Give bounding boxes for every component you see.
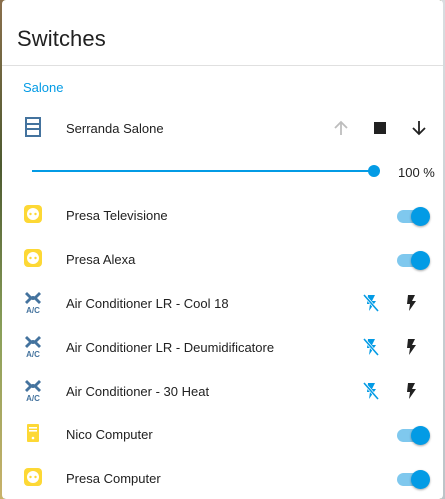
entity-row-presa-computer[interactable]: Presa Computer <box>2 458 443 498</box>
slider-knob[interactable] <box>368 165 380 177</box>
flash-off-icon[interactable] <box>360 292 382 314</box>
header-divider <box>2 65 443 66</box>
stop-icon[interactable] <box>369 117 391 139</box>
flash-off-icon[interactable] <box>360 336 382 358</box>
cover-position-value: 100 % <box>398 165 435 180</box>
cover-position-slider[interactable] <box>32 164 382 178</box>
power-socket-icon[interactable] <box>22 247 44 269</box>
flash-icon[interactable] <box>400 292 422 314</box>
svg-text:A/C: A/C <box>26 306 40 314</box>
entity-row-ac-heat[interactable]: A/C Air Conditioner - 30 Heat <box>2 371 443 411</box>
svg-text:A/C: A/C <box>26 350 40 358</box>
entity-row-ac-deumidificatore[interactable]: A/C Air Conditioner LR - Deumidificatore <box>2 327 443 367</box>
entity-label: Air Conditioner - 30 Heat <box>66 384 210 399</box>
flash-off-icon[interactable] <box>360 380 382 402</box>
entity-label: Air Conditioner LR - Deumidificatore <box>66 340 275 355</box>
entity-row-presa-alexa[interactable]: Presa Alexa <box>2 239 443 279</box>
flash-icon[interactable] <box>400 336 422 358</box>
flash-icon[interactable] <box>400 380 422 402</box>
entity-label: Nico Computer <box>66 427 153 442</box>
entity-label: Presa Computer <box>66 471 161 486</box>
entity-toggle[interactable] <box>397 424 431 446</box>
entity-toggle[interactable] <box>397 249 431 271</box>
power-socket-icon[interactable] <box>22 466 44 488</box>
entity-toggle[interactable] <box>397 468 431 490</box>
entity-row-presa-televisione[interactable]: Presa Televisione <box>2 195 443 235</box>
arrow-up-icon[interactable] <box>330 117 352 139</box>
section-label: Salone <box>23 80 64 95</box>
cover-label: Serranda Salone <box>66 121 164 136</box>
air-conditioner-icon[interactable]: A/C <box>22 291 44 314</box>
air-conditioner-icon[interactable]: A/C <box>22 335 44 358</box>
slider-track <box>32 170 374 172</box>
entity-label: Presa Alexa <box>66 252 136 267</box>
arrow-down-icon[interactable] <box>408 117 430 139</box>
entity-label: Presa Televisione <box>66 208 168 223</box>
power-socket-icon[interactable] <box>22 203 44 225</box>
entity-row-ac-cool[interactable]: A/C Air Conditioner LR - Cool 18 <box>2 283 443 323</box>
window-shutter-icon[interactable] <box>22 116 44 138</box>
entity-toggle[interactable] <box>397 205 431 227</box>
entity-row-nico-computer[interactable]: Nico Computer <box>2 414 443 454</box>
cover-row[interactable]: Serranda Salone <box>2 108 443 148</box>
desktop-tower-icon[interactable] <box>22 422 44 444</box>
entity-label: Air Conditioner LR - Cool 18 <box>66 296 229 311</box>
card-title: Switches <box>17 26 106 51</box>
svg-text:A/C: A/C <box>26 394 40 402</box>
switches-card: Switches Salone Serranda Salone 100 % Pr… <box>2 0 443 499</box>
air-conditioner-icon[interactable]: A/C <box>22 379 44 402</box>
